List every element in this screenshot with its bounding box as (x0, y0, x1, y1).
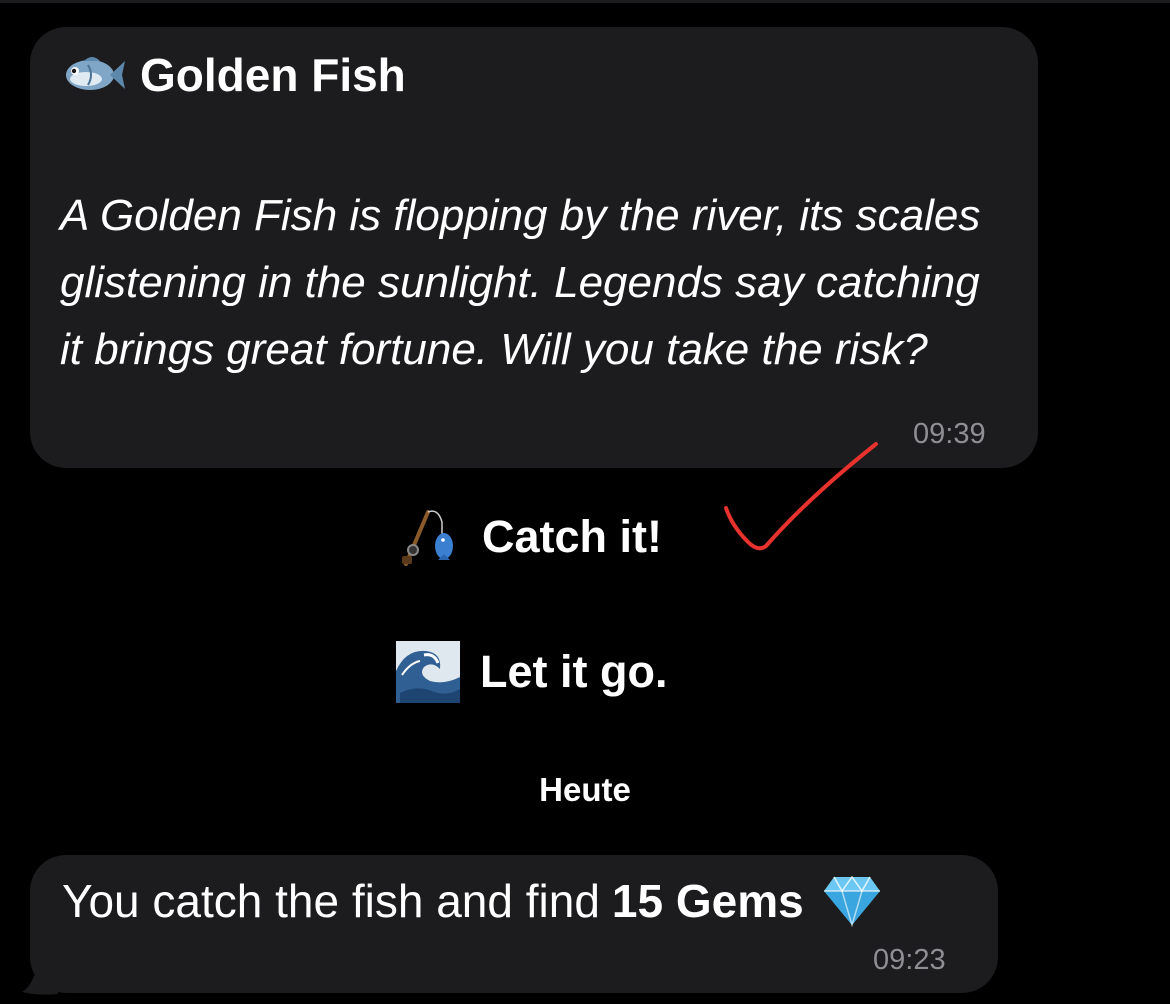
result-message-text: You catch the fish and find 15 Gems (62, 874, 882, 928)
gem-icon (823, 875, 880, 927)
choice-release-label: Let it go. (480, 646, 668, 697)
fishing-rod-icon (402, 510, 453, 566)
choice-catch-label: Catch it! (482, 511, 662, 562)
fish-icon (66, 57, 125, 90)
top-divider (0, 0, 1170, 3)
prompt-timestamp: 09:39 (913, 418, 986, 450)
chat-screen: Golden Fish A Golden Fish is flopping by… (0, 0, 1170, 1004)
prompt-story-text: A Golden Fish is flopping by the river, … (60, 191, 981, 374)
prompt-title-row: Golden Fish (62, 44, 406, 106)
result-timestamp: 09:23 (873, 944, 946, 976)
choice-catch-button[interactable]: Catch it! (398, 502, 662, 572)
check-mark-annotation (724, 442, 878, 551)
result-prefix: You catch the fish and find (62, 875, 600, 927)
result-reward: 15 Gems (611, 875, 804, 927)
date-separator: Heute (539, 771, 631, 808)
wave-icon (396, 641, 460, 703)
prompt-title: Golden Fish (140, 49, 406, 101)
choice-release-button[interactable]: Let it go. (396, 637, 667, 707)
